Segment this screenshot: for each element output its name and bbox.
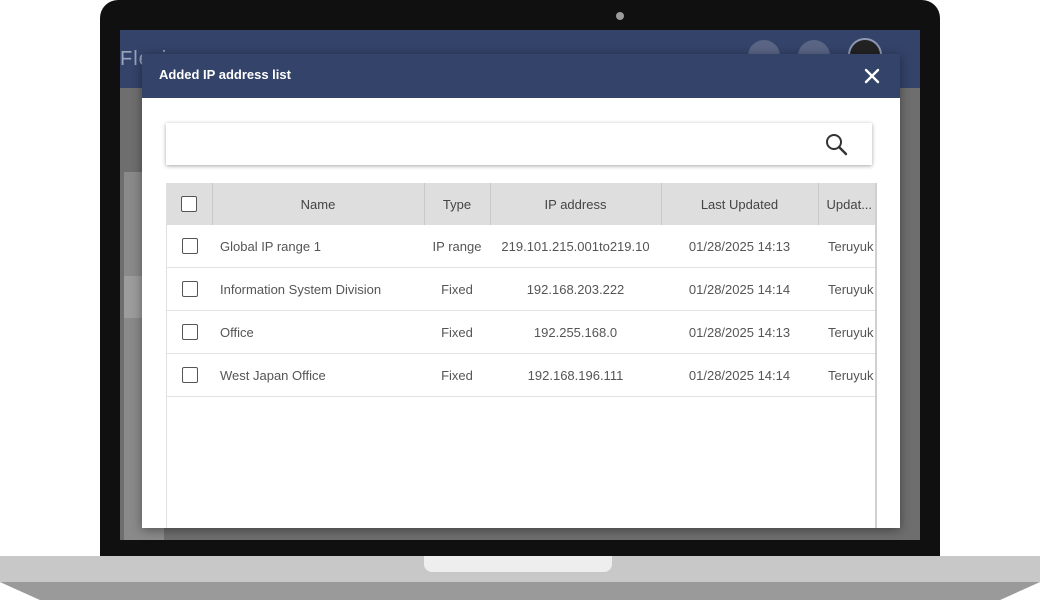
row-select-cell xyxy=(167,353,212,397)
row-checkbox[interactable] xyxy=(181,281,198,298)
row-select-cell xyxy=(167,267,212,311)
table-row[interactable]: West Japan Office Fixed 192.168.196.111 … xyxy=(167,353,875,397)
cell-ip-address: 192.255.168.0 xyxy=(490,310,661,354)
cell-type: IP range xyxy=(424,225,490,268)
select-all-checkbox[interactable] xyxy=(181,196,198,213)
cell-updated-by: Teruyuk xyxy=(818,267,875,311)
close-icon[interactable] xyxy=(858,62,886,90)
cell-updated-by: Teruyuk xyxy=(818,310,875,354)
column-header-name[interactable]: Name xyxy=(212,183,425,225)
cell-last-updated: 01/28/2025 14:13 xyxy=(661,225,818,268)
modal-header: Added IP address list xyxy=(142,54,900,98)
cell-type: Fixed xyxy=(424,310,490,354)
table-header-row: Name Type IP address Last Updated Updat.… xyxy=(167,183,875,225)
laptop-notch xyxy=(424,556,612,572)
cell-ip-address: 192.168.196.111 xyxy=(490,353,661,397)
table-row[interactable]: Global IP range 1 IP range 219.101.215.0… xyxy=(167,225,875,268)
cell-name: Information System Division xyxy=(212,267,424,311)
search-input[interactable] xyxy=(176,131,820,159)
column-header-updated-by[interactable]: Updat... xyxy=(818,183,875,225)
column-header-last-updated[interactable]: Last Updated xyxy=(661,183,819,225)
cell-updated-by: Teruyuk xyxy=(818,225,875,268)
row-select-cell xyxy=(167,310,212,354)
cell-updated-by: Teruyuk xyxy=(818,353,875,397)
cell-ip-address: 219.101.215.001to219.10 xyxy=(490,225,661,268)
ip-address-modal: Added IP address list Name Type IP addre… xyxy=(142,54,900,528)
cell-type: Fixed xyxy=(424,353,490,397)
search-box xyxy=(166,123,872,165)
ip-address-table: Name Type IP address Last Updated Updat.… xyxy=(166,183,877,528)
cell-name: Office xyxy=(212,310,424,354)
select-all-cell xyxy=(167,183,213,225)
modal-title: Added IP address list xyxy=(159,67,291,82)
cell-name: West Japan Office xyxy=(212,353,424,397)
row-checkbox[interactable] xyxy=(181,367,198,384)
cell-name: Global IP range 1 xyxy=(212,225,424,268)
row-checkbox[interactable] xyxy=(181,324,198,341)
cell-last-updated: 01/28/2025 14:13 xyxy=(661,310,818,354)
table-row[interactable]: Information System Division Fixed 192.16… xyxy=(167,267,875,311)
row-select-cell xyxy=(167,225,212,268)
column-header-type[interactable]: Type xyxy=(424,183,491,225)
cell-last-updated: 01/28/2025 14:14 xyxy=(661,267,818,311)
column-header-ip-address[interactable]: IP address xyxy=(490,183,662,225)
search-icon[interactable] xyxy=(824,132,850,158)
table-row[interactable]: Office Fixed 192.255.168.0 01/28/2025 14… xyxy=(167,310,875,354)
cell-last-updated: 01/28/2025 14:14 xyxy=(661,353,818,397)
row-checkbox[interactable] xyxy=(181,238,198,255)
cell-ip-address: 192.168.203.222 xyxy=(490,267,661,311)
webcam xyxy=(616,12,624,20)
cell-type: Fixed xyxy=(424,267,490,311)
